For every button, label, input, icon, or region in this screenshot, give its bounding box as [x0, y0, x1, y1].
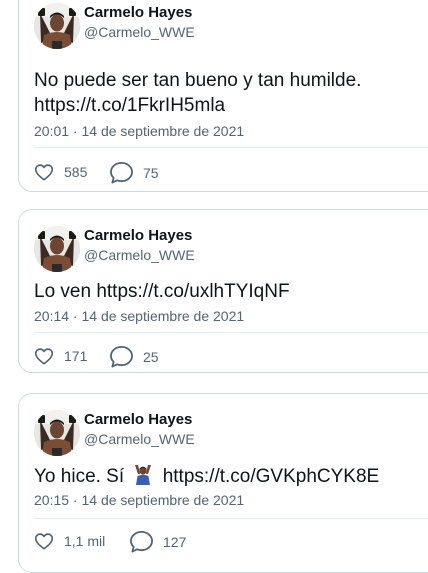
avatar[interactable] [34, 410, 80, 456]
heart-outline-icon [33, 161, 55, 183]
reply-button[interactable]: 127 [129, 529, 186, 554]
tweet-text: No puede ser tan bueno y tan humilde. ht… [34, 68, 361, 118]
author-name[interactable]: Carmelo Hayes [84, 4, 192, 21]
like-button[interactable]: 585 [33, 161, 87, 183]
tweet-timestamp[interactable]: 20:15 · 14 de septiembre de 2021 [34, 492, 244, 508]
tweet-link[interactable]: https://t.co/1FkrIH5mla [34, 93, 361, 118]
speech-bubble-icon [109, 160, 134, 185]
tweet-text: Lo ven https://t.co/uxlhTYIqNF [34, 281, 290, 302]
heart-outline-icon [33, 530, 55, 552]
divider [34, 518, 428, 519]
tweet-timestamp[interactable]: 20:14 · 14 de septiembre de 2021 [34, 308, 244, 324]
heart-outline-icon [33, 345, 55, 367]
reply-button[interactable]: 75 [109, 160, 159, 185]
speech-bubble-icon [129, 529, 154, 554]
divider [34, 147, 428, 148]
person-raising-hands-emoji [135, 465, 152, 485]
author-handle[interactable]: @Carmelo_WWE [84, 431, 195, 447]
avatar[interactable] [34, 226, 80, 272]
like-count: 1,1 mil [64, 533, 106, 549]
tweet-text: Yo hice. Sí https://t.co/GVKphCYK8E [34, 463, 379, 489]
tweet-card[interactable]: Carmelo Hayes @Carmelo_WWE Yo hice. Sí h… [18, 393, 428, 573]
author-name[interactable]: Carmelo Hayes [84, 227, 192, 244]
like-count: 585 [64, 164, 88, 180]
tweet-card[interactable]: Carmelo Hayes @Carmelo_WWE Lo ven https:… [18, 209, 428, 373]
like-button[interactable]: 171 [33, 345, 87, 367]
reply-count: 25 [143, 348, 159, 365]
author-name[interactable]: Carmelo Hayes [84, 411, 192, 428]
divider [34, 332, 428, 333]
reply-count: 127 [163, 533, 187, 550]
author-handle[interactable]: @Carmelo_WWE [84, 24, 195, 40]
speech-bubble-icon [109, 344, 134, 369]
tweet-text-line: No puede ser tan bueno y tan humilde. [34, 70, 362, 91]
tweet-text-segment: Yo hice. Sí [34, 466, 125, 487]
like-count: 171 [64, 348, 88, 364]
reply-button[interactable]: 25 [109, 344, 159, 369]
author-handle[interactable]: @Carmelo_WWE [84, 247, 195, 263]
reply-count: 75 [143, 164, 159, 181]
tweet-timestamp[interactable]: 20:01 · 14 de septiembre de 2021 [34, 123, 244, 139]
tweet-card[interactable]: Carmelo Hayes @Carmelo_WWE No puede ser … [18, 0, 428, 192]
like-button[interactable]: 1,1 mil [33, 530, 105, 552]
tweet-link[interactable]: https://t.co/GVKphCYK8E [163, 466, 380, 487]
avatar[interactable] [34, 3, 80, 49]
